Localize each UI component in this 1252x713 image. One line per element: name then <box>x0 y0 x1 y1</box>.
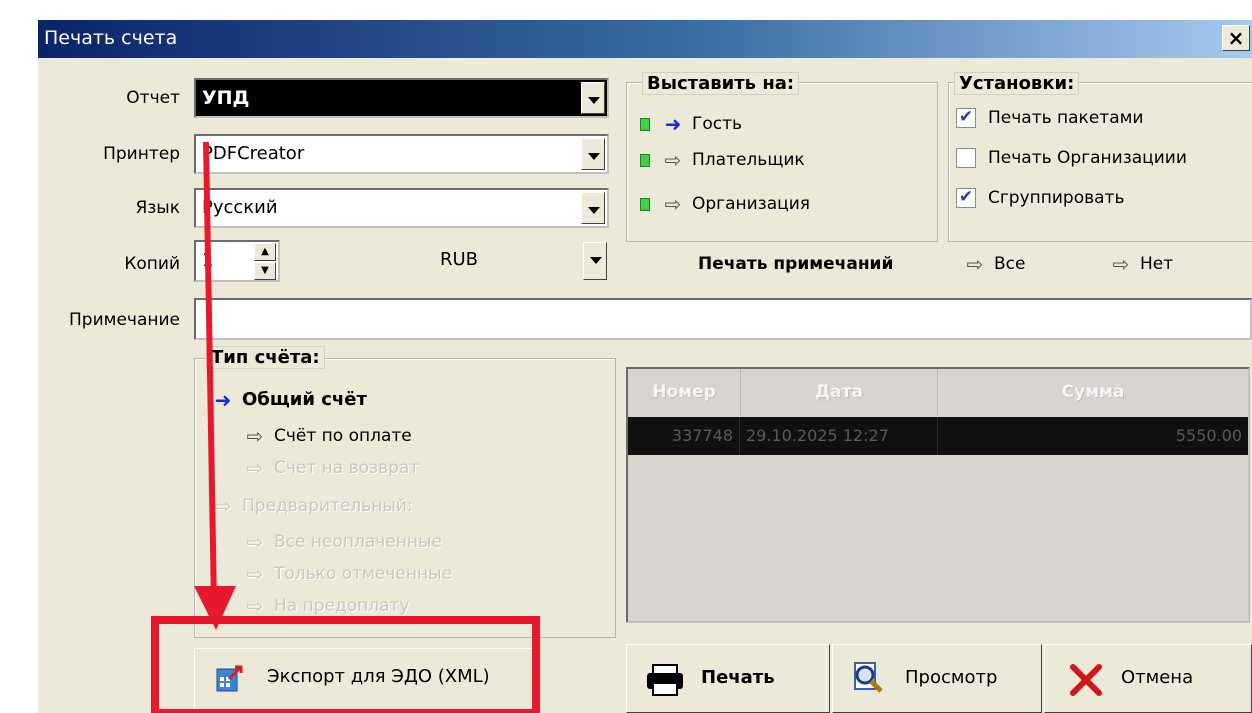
annotation-arrow-line <box>203 141 217 605</box>
annotation-overlay <box>151 141 540 713</box>
annotation-highlight-box <box>151 616 540 713</box>
